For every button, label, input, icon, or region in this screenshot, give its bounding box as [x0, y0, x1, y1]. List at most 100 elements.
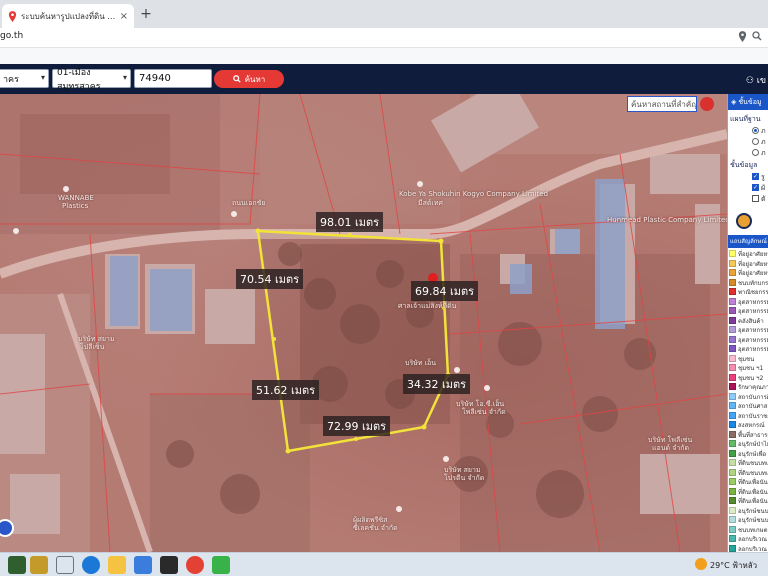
legend-label: อนุรักษ์เพื่อ: [738, 450, 767, 458]
search-icon: [232, 75, 241, 83]
layer-panel: ◈ ชั้นข้อมู แผนที่ฐาน ภ ภ ภ ชั้นข้อมูล ✓…: [727, 94, 768, 552]
legend-item: ที่ดินชนบทแ: [728, 468, 768, 477]
measurement-bottom: 72.99 เมตร: [323, 416, 391, 436]
layers-title: ชั้นข้อมูล: [730, 161, 758, 169]
legend-label: ลอกบริเวณ: [738, 536, 767, 543]
legend-item: อุตสาหกรรมฯ: [728, 306, 768, 315]
legend-label: อุตสาหกรรม: [738, 336, 768, 344]
legend-label: ที่ดินเพื่อนัน: [738, 488, 768, 496]
base-map-radio-2[interactable]: [752, 138, 759, 145]
place-sublabel: ซีเลคชั่น จำกัด: [353, 524, 398, 532]
legend-label: ชุมชน ฯ2: [738, 374, 764, 382]
road-label: ถนนเอกชัย: [232, 199, 266, 207]
layer-checkbox-3[interactable]: [752, 195, 759, 202]
base-map-radio-3[interactable]: [752, 149, 759, 156]
legend-swatch: [729, 392, 736, 400]
search-button-label: ค้นหา: [244, 74, 266, 84]
legend-item: ชุมชน ฯ2: [728, 373, 768, 382]
legend-item: พื้นที่สาธารณู: [728, 430, 768, 439]
place-label: Kobe Ya Shokuhin Kogyo Company Limited: [399, 190, 549, 198]
legend-header: แถบสัญลักษณ์: [728, 235, 768, 248]
legend-item: สงสหกรณ์: [728, 420, 768, 429]
new-tab-button[interactable]: +: [138, 6, 154, 22]
legend-label: อุตสาหกรรม: [738, 346, 768, 353]
legend-swatch: [729, 259, 736, 267]
place-label: บริษัท เอ็น: [405, 359, 437, 367]
search-button[interactable]: ค้นหา: [214, 70, 284, 88]
os-taskbar: 29°C ฟ้าหลัว: [0, 552, 768, 576]
layer-option-2: ผั: [761, 184, 766, 192]
measurement-top: 98.01 เมตร: [316, 212, 384, 232]
line-app-icon[interactable]: [212, 556, 230, 574]
task-view-icon[interactable]: [56, 556, 74, 574]
legend-item: อุตสาหกรรม: [728, 344, 768, 353]
legend-item: อนุรักษ์ชนบ: [728, 515, 768, 524]
legend-item: ที่ดินเพื่อนัน: [728, 477, 768, 486]
user-icon: ⚇: [745, 76, 754, 86]
tab-title: ระบบค้นหารูปแปลงที่ดิน (LandsMaps): [21, 11, 116, 21]
legend-label: ที่ดินชนบทแ: [738, 460, 768, 467]
legend-label: รักษาคุณภาพ: [738, 384, 768, 391]
app-icon[interactable]: [30, 556, 48, 574]
edge-browser-icon[interactable]: [82, 556, 100, 574]
tab-close-icon[interactable]: ×: [120, 11, 128, 22]
legend-label: ที่ดินเพื่อนัน: [738, 479, 768, 486]
search-icon[interactable]: [752, 31, 762, 41]
place-sublabel: มีสต์เทศ: [418, 199, 443, 207]
legend-label: ชุมชน: [738, 355, 755, 363]
legend-label: อุตสาหกรรม: [738, 327, 768, 334]
legend-swatch: [729, 421, 736, 428]
legend-swatch: [729, 364, 736, 371]
legend-label: คลังสินค้า: [738, 317, 764, 325]
legend-swatch: [729, 383, 736, 390]
address-bar[interactable]: go.th: [0, 28, 768, 48]
legend-item: รักษาคุณภาพ: [728, 382, 768, 391]
place-sublabel: แอนด์ จำกัด: [652, 444, 690, 452]
place-search-button[interactable]: [700, 97, 714, 111]
measurement-left-upper: 70.54 เมตร: [236, 269, 304, 289]
legend-item: อุตสาหกรรม: [728, 335, 768, 344]
legend-swatch: [729, 487, 736, 495]
district-select[interactable]: 01-เมืองสมุทรสาคร ▾: [52, 68, 131, 92]
location-icon[interactable]: [738, 31, 747, 42]
weather-icon[interactable]: [695, 558, 707, 570]
base-map-radio-1[interactable]: [752, 127, 759, 134]
mail-icon[interactable]: [134, 556, 152, 574]
measurement-left-lower: 51.62 เมตร: [252, 380, 320, 400]
legend-swatch: [729, 250, 736, 257]
parcel-number-input[interactable]: 74940: [134, 69, 212, 88]
legend-swatch: [729, 535, 736, 542]
legend-label: ที่อยู่อาศัยหน: [738, 270, 768, 277]
map-canvas[interactable]: Kobe Ya Shokuhin Kogyo Company Limited ม…: [0, 94, 727, 552]
legend-swatch: [729, 478, 736, 485]
file-explorer-icon[interactable]: [108, 556, 126, 574]
legend-item: สถาบันราชกา: [728, 411, 768, 420]
legend-swatch: [729, 430, 736, 438]
legend-swatch: [729, 525, 736, 533]
legend-label: ที่อยู่อาศัยหน: [738, 251, 768, 258]
legend-swatch: [729, 354, 736, 362]
legend-item: อุตสาหกรรมฯ: [728, 297, 768, 306]
place-sublabel: Plastics: [62, 202, 89, 210]
chrome-browser-icon[interactable]: [186, 556, 204, 574]
store-icon[interactable]: [160, 556, 178, 574]
base-map-option-1: ภ: [761, 127, 766, 135]
layer-panel-title: ชั้นข้อมู: [738, 97, 762, 106]
place-sublabel: โพลีเซ่น จำกัด: [462, 408, 506, 416]
legend-swatch: [729, 326, 736, 333]
layer-panel-header[interactable]: ◈ ชั้นข้อมู: [728, 94, 768, 110]
legend-label: ที่อยู่อาศัยหน: [738, 260, 768, 268]
start-menu-icon[interactable]: [8, 556, 26, 574]
legend-label: อนุรักษ์ป่าไม้: [738, 441, 768, 448]
parcel-note-label: ศาลเจ้าแม่สิงห์ที่ดิน: [398, 302, 457, 310]
layer-checkbox-2[interactable]: ✓: [752, 184, 759, 191]
place-search-input[interactable]: ค้นหาสถานที่สำคัญ: [627, 96, 697, 112]
user-menu[interactable]: ⚇ เข: [746, 73, 766, 87]
legend-label: ที่ดินเพื่อนัน: [738, 498, 768, 505]
settings-icon[interactable]: [736, 213, 752, 229]
province-select[interactable]: าคร ▾: [0, 69, 49, 88]
layer-checkbox-1[interactable]: ✓: [752, 173, 759, 180]
legend-item: สถาบันการศึ: [728, 392, 768, 401]
legend-label: พื้นที่สาธารณู: [738, 431, 768, 439]
browser-tab[interactable]: ระบบค้นหารูปแปลงที่ดิน (LandsMaps) ×: [2, 4, 134, 28]
